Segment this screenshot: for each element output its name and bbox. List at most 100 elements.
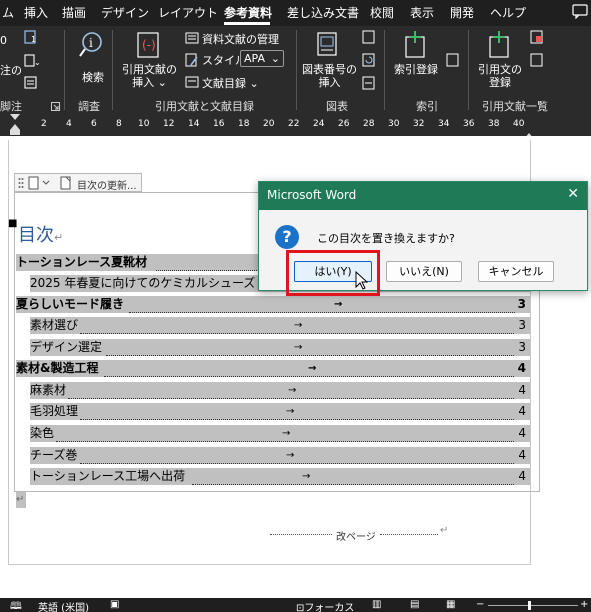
tab-developer[interactable]: 開発: [450, 4, 474, 21]
mark-entry-icon[interactable]: [402, 30, 428, 63]
toc-entry-text: 夏らしいモード履き: [16, 297, 125, 311]
toc-page-number: 4: [518, 469, 526, 483]
update-table-icon[interactable]: [362, 53, 376, 70]
read-mode-icon[interactable]: ▥: [372, 599, 381, 610]
ruler-tick-label: 2: [41, 119, 47, 129]
book-icon[interactable]: 🕮: [10, 599, 22, 612]
ruler-tick-label: 6: [91, 119, 97, 129]
return-mark-icon: ↵: [54, 231, 64, 244]
search-icon[interactable]: i: [78, 30, 104, 63]
toc-page-number: 3: [517, 297, 526, 311]
comment-icon[interactable]: [572, 3, 588, 22]
macro-record-icon[interactable]: ▣: [110, 599, 119, 610]
toc-title: 目次↵: [18, 221, 63, 247]
toc-entry-text: 染色: [30, 426, 55, 440]
zoom-in-icon[interactable]: +: [580, 599, 588, 610]
toc-entry[interactable]: 染色 → 4: [30, 425, 530, 442]
tab-insert[interactable]: 挿入: [24, 4, 48, 21]
ruler-tick-label: 40: [513, 119, 525, 129]
manage-sources-button[interactable]: 資料文献の管理: [202, 31, 279, 47]
insert-citation-label-line2: 挿入: [132, 76, 155, 89]
toc-entry[interactable]: 麻素材 → 4: [30, 382, 530, 399]
tab-mailings[interactable]: 差し込み文書: [287, 4, 359, 21]
tab-help[interactable]: ヘルプ: [490, 4, 526, 21]
toc-title-text: 目次: [18, 225, 54, 246]
print-layout-icon[interactable]: ▤: [410, 599, 419, 610]
focus-label: フォーカス: [304, 603, 355, 612]
web-layout-icon[interactable]: ▦: [446, 599, 455, 610]
zoom-slider[interactable]: [488, 605, 578, 606]
no-button[interactable]: いいえ(N): [386, 261, 462, 282]
mark-citation-label[interactable]: 引用文の 登録: [478, 63, 522, 89]
horizontal-ruler[interactable]: 2 4 6 8 10 12 14 16 18 20 22 24 26 28 30…: [0, 114, 591, 139]
toc-entry-text: 素材選び: [30, 318, 79, 332]
tab-home-partial[interactable]: ム: [2, 4, 14, 21]
dot-leader: [270, 534, 332, 535]
cancel-button[interactable]: キャンセル: [478, 261, 554, 282]
ruler-tick-label: 14: [188, 119, 200, 129]
ruler-tick-label: 36: [463, 119, 475, 129]
return-mark-icon: ↵: [16, 492, 26, 508]
footnote-dialog-launcher-icon[interactable]: [51, 101, 60, 114]
insert-citation-label-line1: 引用文献の: [122, 63, 177, 76]
insert-index-icon[interactable]: [446, 53, 460, 70]
question-icon: ?: [275, 225, 299, 249]
update-toc-button[interactable]: 目次の更新...: [77, 177, 137, 192]
citation-style-dropdown[interactable]: APA ⌄: [240, 50, 284, 67]
close-icon[interactable]: ✕: [567, 186, 579, 202]
tab-draw[interactable]: 描画: [62, 4, 86, 21]
insert-citation-icon[interactable]: (-): [134, 32, 164, 63]
toc-page-number: 4: [518, 404, 526, 418]
ribbon-separator: [64, 30, 65, 110]
tab-references[interactable]: 参考資料: [224, 4, 272, 21]
update-table-icon[interactable]: [59, 176, 73, 193]
toc-handle-icon[interactable]: [18, 177, 24, 192]
mark-entry-button-label[interactable]: 索引登録: [394, 63, 438, 76]
bibliography-button[interactable]: 文献目録 ⌄: [202, 75, 259, 91]
insert-citation-label[interactable]: 引用文献の 挿入 ⌄: [122, 63, 177, 89]
ruler-tick-label: 38: [488, 119, 500, 129]
toc-entry-text: チーズ巻: [30, 448, 78, 462]
tab-arrow-icon: →: [334, 299, 343, 310]
show-notes-icon[interactable]: [24, 76, 38, 93]
toc-entry[interactable]: トーションレース工場へ出荷 → 4: [30, 468, 530, 485]
insert-table-of-authorities-icon[interactable]: [530, 30, 544, 47]
toc-entry[interactable]: 夏らしいモード履き → 3: [16, 296, 530, 313]
toc-entry[interactable]: 毛羽処理 → 4: [30, 403, 530, 420]
footnote-partial-label[interactable]: 注の: [0, 64, 22, 77]
research-button-label[interactable]: 検索: [82, 71, 104, 84]
tab-design[interactable]: デザイン: [101, 4, 149, 21]
insert-endnote-icon[interactable]: 1: [24, 30, 38, 47]
focus-mode-button[interactable]: ⊡フォーカス: [296, 599, 354, 612]
page-break-label: 改ページ: [336, 532, 376, 543]
page-break-marker: 改ページ ↵: [270, 525, 450, 543]
toc-entry[interactable]: 素材&製造工程 → 4: [16, 360, 530, 377]
zoom-out-icon[interactable]: −: [476, 599, 484, 610]
ruler-tick-label: 22: [288, 119, 300, 129]
insert-caption-label[interactable]: 図表番号の 挿入: [302, 63, 357, 89]
insert-caption-icon[interactable]: [316, 32, 338, 61]
tab-review[interactable]: 校閲: [370, 4, 394, 21]
language-indicator[interactable]: 英語 (米国): [38, 599, 89, 612]
toc-menu-icon[interactable]: [28, 176, 52, 193]
mark-citation-icon[interactable]: [484, 30, 514, 63]
manage-sources-icon[interactable]: [185, 32, 199, 47]
tab-layout[interactable]: レイアウト: [158, 4, 218, 21]
tab-arrow-icon: →: [286, 406, 295, 417]
toc-entry[interactable]: デザイン選定 → 3: [30, 339, 530, 356]
cross-reference-icon[interactable]: [362, 76, 376, 93]
zoom-slider-thumb[interactable]: [528, 601, 531, 610]
ribbon-references: 0 注の 1 ⌄ 脚注 i 検索 調査 (-) 引用文献の 挿入 ⌄ 資料文献の…: [0, 26, 591, 114]
tab-view[interactable]: 表示: [410, 4, 434, 21]
dialog-titlebar[interactable]: Microsoft Word ✕: [259, 182, 587, 210]
next-footnote-icon[interactable]: ⌄: [24, 54, 42, 71]
insert-table-of-figures-icon[interactable]: [362, 30, 376, 47]
tab-arrow-icon: →: [302, 471, 311, 482]
insert-footnote-icon[interactable]: 0: [0, 32, 14, 61]
ruler-tick-label: 16: [213, 119, 225, 129]
toc-entry[interactable]: 素材選び → 3: [30, 317, 530, 334]
bibliography-icon[interactable]: [185, 76, 199, 91]
update-table-of-authorities-icon[interactable]: [530, 53, 544, 70]
toc-entry[interactable]: チーズ巻 → 4: [30, 447, 530, 464]
ruler-tick-label: 30: [388, 119, 400, 129]
